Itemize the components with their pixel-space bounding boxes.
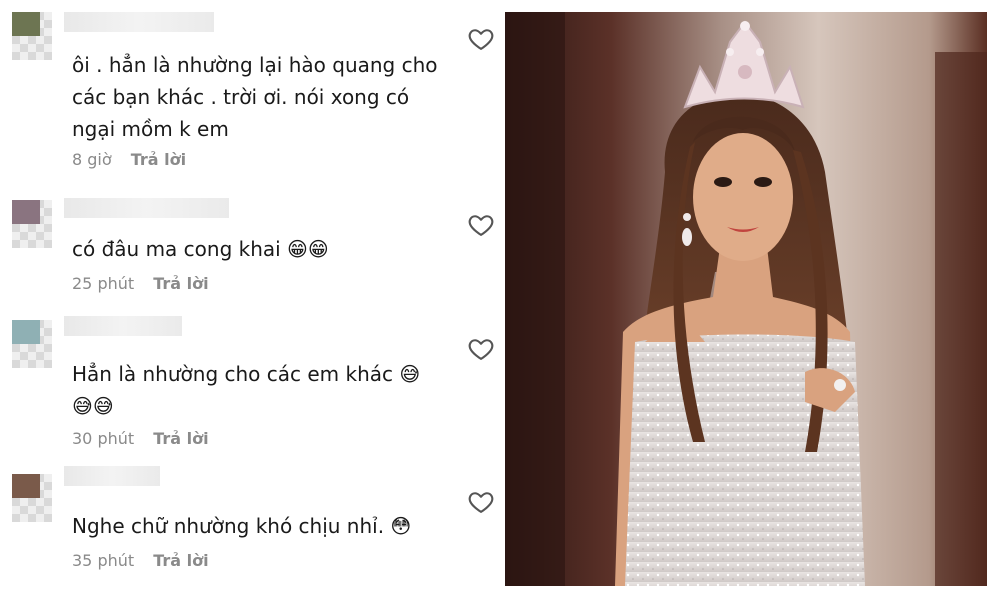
- photo-panel: [505, 12, 987, 586]
- comment-text: ôi . hẳn là nhường lại hào quang cho các…: [72, 53, 438, 141]
- avatar[interactable]: [12, 200, 52, 248]
- username-blurred[interactable]: [64, 12, 214, 32]
- comment-item: ôi . hẳn là nhường lại hào quang cho các…: [0, 0, 500, 180]
- comment-time: 25 phút: [72, 274, 135, 293]
- comment-item: có đâu ma cong khai 😁😁 25 phút Trả lời: [0, 190, 500, 300]
- heart-icon[interactable]: [466, 335, 496, 363]
- comment-item: Nghe chữ nhường khó chịu nhỉ. 😳 35 phút …: [0, 460, 500, 580]
- heart-icon[interactable]: [466, 488, 496, 516]
- comment-text: Hẳn là nhường cho các em khác 😅 😅😅: [72, 362, 421, 418]
- comment-list: ôi . hẳn là nhường lại hào quang cho các…: [0, 0, 500, 599]
- comment-meta: 25 phút Trả lời: [72, 274, 209, 293]
- heart-icon[interactable]: [466, 211, 496, 239]
- reply-button[interactable]: Trả lời: [153, 274, 208, 293]
- comment-meta: 35 phút Trả lời: [72, 551, 209, 570]
- comment-time: 8 giờ: [72, 150, 112, 169]
- username-blurred[interactable]: [64, 316, 182, 336]
- avatar[interactable]: [12, 12, 52, 60]
- reply-button[interactable]: Trả lời: [153, 551, 208, 570]
- comment-meta: 8 giờ Trả lời: [72, 150, 186, 169]
- comment-text-content: có đâu ma cong khai 😁😁: [72, 237, 329, 261]
- avatar[interactable]: [12, 474, 52, 522]
- reply-button[interactable]: Trả lời: [131, 150, 186, 169]
- comment-time: 30 phút: [72, 429, 135, 448]
- username-blurred[interactable]: [64, 466, 160, 486]
- reply-button[interactable]: Trả lời: [153, 429, 208, 448]
- portrait-illustration: [505, 12, 987, 586]
- comment-meta: 30 phút Trả lời: [72, 429, 209, 448]
- avatar[interactable]: [12, 320, 52, 368]
- comment-item: Hẳn là nhường cho các em khác 😅 😅😅 30 ph…: [0, 312, 500, 452]
- username-blurred[interactable]: [64, 198, 229, 218]
- heart-icon[interactable]: [466, 25, 496, 53]
- comment-text: có đâu ma cong khai 😁😁: [72, 233, 452, 265]
- comment-text: Nghe chữ nhường khó chịu nhỉ. 😳: [72, 514, 412, 538]
- comment-time: 35 phút: [72, 551, 135, 570]
